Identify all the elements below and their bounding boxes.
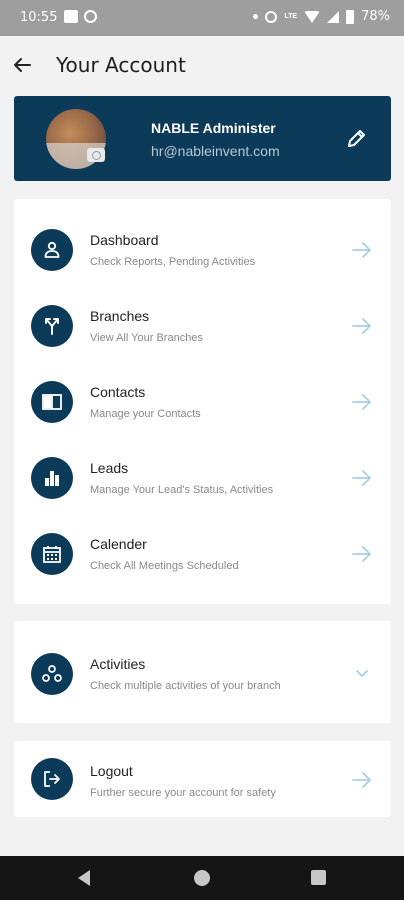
- menu-item-calender[interactable]: Calender Check All Meetings Scheduled: [14, 524, 391, 594]
- status-bar: 10:55 LTE 78%: [0, 0, 404, 36]
- logout-icon: [31, 758, 73, 800]
- app-header: Your Account: [0, 36, 404, 96]
- menu-item-leads[interactable]: Leads Manage Your Lead's Status, Activit…: [14, 448, 391, 518]
- battery-icon: [346, 9, 355, 24]
- person-icon: [31, 229, 73, 271]
- menu-item-title: Calender: [90, 536, 147, 552]
- arrow-right-icon: [352, 394, 371, 410]
- menu-item-title: Branches: [90, 308, 150, 324]
- message-icon: [64, 10, 78, 23]
- battery-percent: 78%: [361, 9, 390, 24]
- logout-card: Logout Further secure your account for s…: [14, 741, 391, 817]
- menu-item-title: Dashboard: [90, 232, 159, 248]
- hotspot-icon: [265, 10, 278, 23]
- calendar-icon: [31, 533, 73, 575]
- profile-card: NABLE Administer hr@nableinvent.com: [14, 96, 391, 181]
- menu-item-subtitle: Check Reports, Pending Activities: [90, 256, 256, 268]
- menu-item-title: Activities: [90, 656, 146, 672]
- menu-item-subtitle: Check multiple activities of your branch: [90, 680, 281, 692]
- menu-item-title: Logout: [90, 763, 133, 779]
- notification-dot-icon: [253, 14, 259, 19]
- nav-back-icon[interactable]: [78, 870, 90, 886]
- menu-card: Dashboard Check Reports, Pending Activit…: [14, 199, 391, 604]
- chevron-down-icon[interactable]: [351, 662, 373, 684]
- profile-email: hr@nableinvent.com: [151, 143, 280, 159]
- camera-icon[interactable]: [87, 148, 105, 162]
- menu-item-branches[interactable]: Branches View All Your Branches: [14, 296, 391, 366]
- pencil-icon: [348, 130, 365, 147]
- status-time: 10:55: [20, 10, 58, 25]
- book-icon: [31, 381, 73, 423]
- arrow-right-icon: [352, 470, 371, 486]
- arrow-right-icon: [352, 318, 371, 334]
- menu-item-title: Contacts: [90, 384, 146, 400]
- branch-icon: [31, 305, 73, 347]
- bar-chart-icon: [31, 457, 73, 499]
- system-navigation-bar: [0, 856, 404, 900]
- menu-item-subtitle: Manage Your Lead's Status, Activities: [90, 484, 274, 496]
- menu-item-contacts[interactable]: Contacts Manage your Contacts: [14, 372, 391, 442]
- nav-recents-icon[interactable]: [311, 870, 326, 885]
- menu-item-subtitle: Check All Meetings Scheduled: [90, 560, 239, 572]
- arrow-right-icon: [352, 772, 371, 788]
- wifi-icon: [304, 10, 321, 23]
- logout-button[interactable]: Logout Further secure your account for s…: [14, 749, 391, 819]
- menu-item-title: Leads: [90, 460, 129, 476]
- arrow-right-icon: [352, 546, 371, 562]
- nav-home-icon[interactable]: [194, 870, 210, 886]
- menu-item-subtitle: View All Your Branches: [90, 332, 203, 344]
- back-button[interactable]: [10, 52, 36, 78]
- sync-icon: [84, 10, 97, 23]
- status-right-icons: LTE 78%: [253, 9, 390, 24]
- back-arrow-icon: [14, 58, 31, 72]
- menu-item-subtitle: Further secure your account for safety: [90, 787, 276, 799]
- notification-icons: [64, 10, 97, 23]
- menu-item-subtitle: Manage your Contacts: [90, 408, 201, 420]
- profile-name: NABLE Administer: [151, 120, 276, 136]
- arrow-right-icon: [352, 242, 371, 258]
- page-title: Your Account: [56, 53, 186, 77]
- signal-icon: [327, 10, 340, 23]
- activities-icon: [31, 653, 73, 695]
- menu-item-dashboard[interactable]: Dashboard Check Reports, Pending Activit…: [14, 220, 391, 290]
- edit-profile-button[interactable]: [345, 126, 369, 150]
- menu-item-activities[interactable]: Activities Check multiple activities of …: [14, 642, 391, 712]
- activities-card: Activities Check multiple activities of …: [14, 621, 391, 723]
- network-type-label: LTE: [284, 13, 298, 20]
